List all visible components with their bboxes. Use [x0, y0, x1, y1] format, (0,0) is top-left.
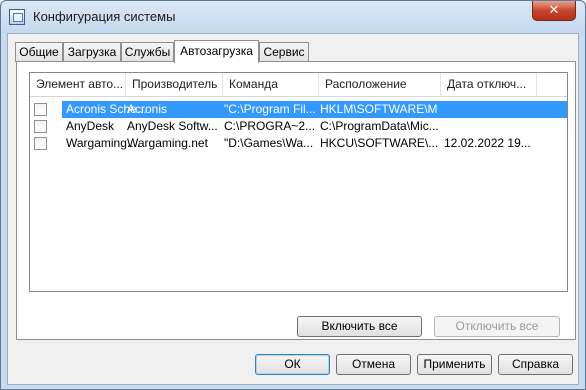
row-checkbox[interactable] — [34, 137, 47, 150]
help-button[interactable]: Справка — [498, 354, 573, 375]
cell-command: "C:\Program Fil... — [224, 102, 316, 116]
system-configuration-window: Конфигурация системы ✕ Общие Загрузка Сл… — [0, 0, 586, 390]
apply-button[interactable]: Применить — [417, 354, 492, 375]
list-row-wargaming[interactable]: Wargaming.... Wargaming.net "D:\Games\Wa… — [30, 135, 567, 152]
cell-location: HKLM\SOFTWARE\M... — [320, 102, 438, 116]
window-title: Конфигурация системы — [33, 9, 176, 24]
msconfig-app-icon — [9, 9, 25, 25]
title-bar[interactable]: Конфигурация системы ✕ — [1, 1, 585, 33]
cancel-button[interactable]: Отмена — [336, 354, 411, 375]
cell-location: HKCU\SOFTWARE\... — [320, 136, 438, 150]
column-header-date-disabled[interactable]: Дата отключ... — [441, 73, 537, 96]
cell-command: "D:\Games\Wa... — [224, 136, 314, 150]
tab-startup[interactable]: Автозагрузка — [174, 40, 259, 63]
startup-tab-panel: Элемент авто... Производитель Команда Ра… — [16, 61, 576, 340]
tab-services[interactable]: Службы — [121, 42, 174, 62]
ok-button[interactable]: ОК — [255, 354, 330, 375]
enable-all-button[interactable]: Включить все — [297, 316, 422, 337]
row-checkbox[interactable] — [34, 103, 47, 116]
tab-tools[interactable]: Сервис — [259, 42, 309, 62]
cell-manufacturer: Acronis — [127, 102, 168, 116]
cell-date — [444, 118, 536, 135]
close-button[interactable]: ✕ — [532, 1, 576, 21]
list-header: Элемент авто... Производитель Команда Ра… — [30, 73, 567, 97]
tab-boot[interactable]: Загрузка — [63, 42, 121, 62]
column-header-manufacturer[interactable]: Производитель — [126, 73, 223, 96]
column-header-item[interactable]: Элемент авто... — [30, 73, 126, 96]
row-checkbox[interactable] — [34, 120, 47, 133]
cell-command: C:\PROGRA~2... — [224, 119, 316, 133]
column-header-location[interactable]: Расположение — [319, 73, 441, 96]
list-row-anydesk[interactable]: AnyDesk AnyDesk Softw... C:\PROGRA~2... … — [30, 118, 567, 135]
dialog-client-area: Общие Загрузка Службы Автозагрузка Серви… — [7, 33, 579, 385]
cell-date: 12.02.2022 19... — [444, 136, 531, 150]
cell-location: C:\ProgramData\Mic... — [320, 119, 438, 133]
disable-all-button[interactable]: Отключить все — [434, 316, 560, 337]
list-row-acronis[interactable]: Acronis Sche... Acronis "C:\Program Fil.… — [30, 101, 567, 118]
column-header-command[interactable]: Команда — [223, 73, 319, 96]
startup-items-list[interactable]: Элемент авто... Производитель Команда Ра… — [29, 72, 568, 292]
cell-manufacturer: Wargaming.net — [127, 136, 208, 150]
cell-date — [444, 101, 536, 118]
cell-manufacturer: AnyDesk Softw... — [127, 119, 218, 133]
tab-general[interactable]: Общие — [15, 42, 63, 62]
